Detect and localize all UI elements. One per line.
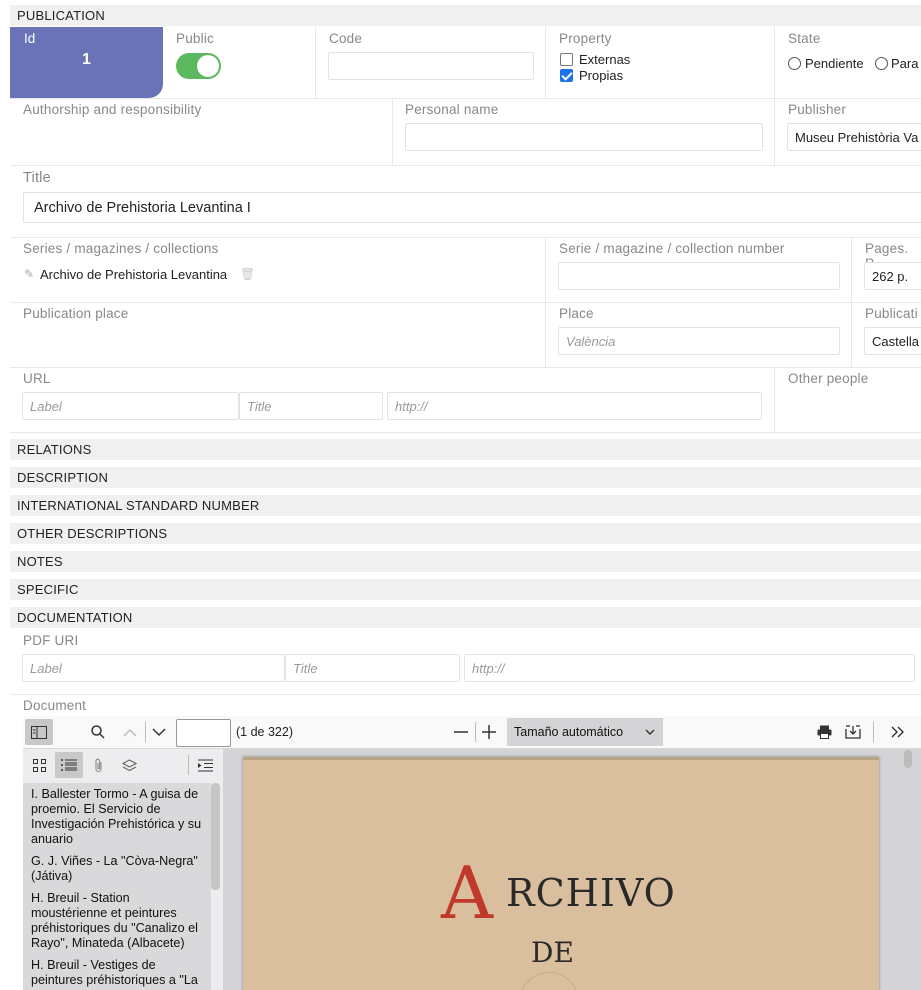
personal-name-input[interactable] — [405, 123, 763, 151]
place-input[interactable]: València — [558, 327, 840, 355]
property-propias-label: Propias — [579, 68, 624, 83]
pdf-label-placeholder: Label — [30, 660, 62, 676]
code-label: Code — [329, 31, 363, 46]
chevron-down-icon — [645, 729, 655, 735]
next-page-icon[interactable] — [145, 719, 173, 745]
outline-item[interactable]: H. Breuil - Station moustérienne et pein… — [23, 888, 211, 955]
publisher-input[interactable]: Museu Prehistòria Va — [787, 123, 921, 151]
section-publication[interactable]: PUBLICATION — [10, 5, 921, 26]
url-address-placeholder: http:// — [395, 398, 428, 414]
pdf-title-input[interactable]: Title — [285, 654, 460, 682]
page-title-line-2: DE — [531, 936, 574, 969]
section-documentation[interactable]: DOCUMENTATION — [10, 607, 921, 628]
code-input[interactable] — [328, 52, 534, 80]
url-label: URL — [23, 371, 51, 386]
pdf-label-input[interactable]: Label — [22, 654, 285, 682]
state-para-radio[interactable] — [875, 57, 888, 70]
url-address-input[interactable]: http:// — [387, 392, 762, 420]
pdf-scrollbar[interactable] — [904, 750, 912, 768]
print-icon[interactable] — [810, 719, 838, 745]
pencil-icon[interactable]: ✎ — [24, 267, 34, 281]
zoom-select[interactable]: Tamaño automático — [507, 718, 663, 746]
document-label: Document — [23, 698, 87, 713]
state-label: State — [788, 31, 821, 46]
sidebar-toggle-icon[interactable] — [25, 719, 53, 745]
trash-icon[interactable]: 🗑 — [240, 267, 255, 281]
state-pendiente-radio[interactable] — [788, 57, 801, 70]
previous-page-icon[interactable] — [116, 719, 144, 745]
publication-lang-input[interactable]: Castella — [864, 327, 921, 355]
page-number-input[interactable] — [176, 719, 231, 747]
publisher-label: Publisher — [788, 102, 847, 117]
pages-input[interactable]: 262 p. — [864, 262, 921, 290]
outline-item[interactable]: H. Breuil - Vestiges de peintures préhis… — [23, 955, 211, 990]
public-toggle[interactable] — [176, 53, 221, 79]
other-people-label: Other people — [788, 371, 869, 386]
page-count: (1 de 322) — [236, 725, 293, 739]
publication-lang-label: Publicati — [865, 306, 918, 321]
title-input[interactable]: Archivo de Prehistoria Levantina I — [23, 192, 921, 223]
place-label: Place — [559, 306, 594, 321]
personal-name-label: Personal name — [405, 102, 499, 117]
url-title-placeholder: Title — [247, 398, 272, 414]
outline-list: I. Ballester Tormo - A guisa de proemio.… — [23, 783, 211, 990]
section-isn[interactable]: INTERNATIONAL STANDARD NUMBER — [10, 495, 921, 516]
property-label: Property — [559, 31, 612, 46]
pdf-uri-label: PDF URI — [23, 633, 79, 648]
pdf-page: A RCHIVO DE — [243, 757, 879, 990]
serie-number-label: Serie / magazine / collection number — [559, 241, 785, 256]
page-title-initial: A — [441, 851, 493, 935]
attachments-icon[interactable] — [85, 752, 113, 778]
publication-place-label: Publication place — [23, 306, 129, 321]
section-relations[interactable]: RELATIONS — [10, 439, 921, 460]
zoom-out-icon[interactable] — [447, 719, 475, 745]
property-propias-checkbox[interactable] — [560, 69, 573, 82]
more-tools-icon[interactable] — [883, 719, 911, 745]
place-placeholder: València — [566, 333, 616, 349]
layers-icon[interactable] — [115, 752, 143, 778]
outline-item[interactable]: G. J. Viñes - La "Còva-Negra" (Játiva) — [23, 851, 211, 888]
outline-icon[interactable] — [55, 752, 83, 778]
zoom-in-icon[interactable] — [475, 719, 503, 745]
download-icon[interactable] — [839, 719, 867, 745]
pdf-toolbar: (1 de 322) Tamaño automático — [23, 716, 921, 749]
url-label-placeholder: Label — [30, 398, 62, 414]
pdf-url-placeholder: http:// — [472, 660, 505, 676]
public-label: Public — [176, 31, 214, 46]
id-field: Id 1 — [10, 27, 163, 98]
url-title-input[interactable]: Title — [239, 392, 383, 420]
section-other-descriptions[interactable]: OTHER DESCRIPTIONS — [10, 523, 921, 544]
pdf-sidebar: I. Ballester Tormo - A guisa de proemio.… — [23, 749, 223, 990]
series-label: Series / magazines / collections — [23, 241, 219, 256]
state-pendiente-label: Pendiente — [805, 56, 864, 71]
section-specific[interactable]: SPECIFIC — [10, 579, 921, 600]
authorship-label: Authorship and responsibility — [23, 102, 202, 117]
outline-scrollbar[interactable] — [211, 783, 220, 890]
url-label-input[interactable]: Label — [22, 392, 239, 420]
section-notes[interactable]: NOTES — [10, 551, 921, 572]
expand-outline-icon[interactable] — [191, 752, 219, 778]
serie-number-input[interactable] — [558, 262, 840, 290]
thumbnails-icon[interactable] — [25, 752, 53, 778]
pdf-title-placeholder: Title — [293, 660, 318, 676]
search-icon[interactable] — [84, 719, 112, 745]
outline-item[interactable]: I. Ballester Tormo - A guisa de proemio.… — [23, 783, 211, 851]
pdf-viewer: A RCHIVO DE — [223, 749, 921, 990]
pdf-url-input[interactable]: http:// — [464, 654, 915, 682]
id-label: Id — [24, 31, 36, 46]
page-title-line-1: RCHIVO — [506, 871, 676, 915]
series-item[interactable]: Archivo de Prehistoria Levantina — [40, 267, 227, 282]
pdf-sidebar-tools — [23, 749, 223, 781]
state-para-label: Para — [891, 56, 919, 71]
property-externas-checkbox[interactable] — [560, 53, 573, 66]
section-description[interactable]: DESCRIPTION — [10, 467, 921, 488]
title-label: Title — [23, 170, 51, 186]
id-value: 1 — [82, 51, 91, 68]
zoom-select-value: Tamaño automático — [514, 725, 624, 739]
property-externas-label: Externas — [579, 52, 631, 67]
